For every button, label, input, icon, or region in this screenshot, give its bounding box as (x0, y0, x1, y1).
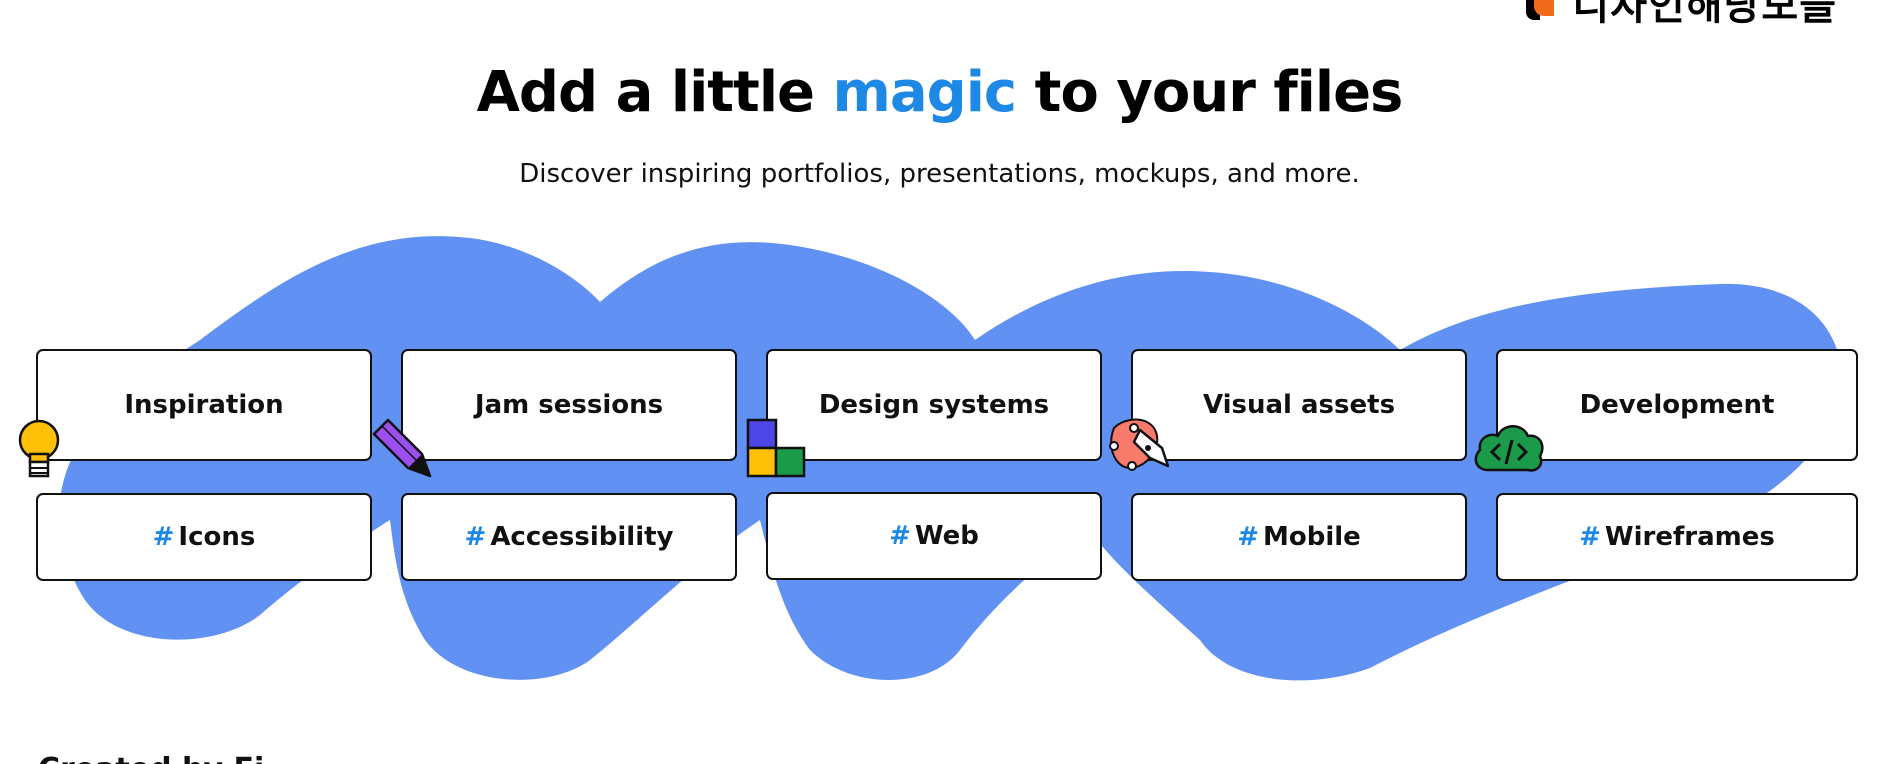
code-cloud-icon (1474, 425, 1544, 472)
tag-icons[interactable]: # Icons (36, 493, 372, 581)
category-label: Development (1579, 390, 1775, 420)
blocks-icon (746, 418, 806, 478)
hash-icon: # (1579, 522, 1601, 552)
category-visual-assets[interactable]: Visual assets (1131, 349, 1467, 461)
tag-label: Web (914, 521, 979, 551)
pencil-icon (372, 418, 432, 478)
hash-icon: # (152, 522, 175, 552)
hash-icon: # (889, 521, 911, 551)
tag-label: Wireframes (1604, 522, 1775, 552)
hash-icon: # (464, 522, 487, 552)
tag-accessibility[interactable]: # Accessibility (401, 493, 737, 581)
tag-web[interactable]: # Web (766, 492, 1102, 580)
category-design-systems[interactable]: Design systems (766, 349, 1102, 461)
hash-icon: # (1237, 522, 1259, 552)
pen-tool-icon (1109, 418, 1170, 471)
category-label: Visual assets (1202, 390, 1396, 420)
category-label: Inspiration (124, 390, 284, 420)
category-jam-sessions[interactable]: Jam sessions (401, 349, 737, 461)
lightbulb-icon (18, 419, 60, 478)
tag-label: Icons (178, 522, 256, 552)
section-heading-peek: Created by Fi... (38, 752, 298, 764)
page: 디자인해당모을 Add a little magic to your files… (0, 0, 1879, 764)
tag-wireframes[interactable]: # Wireframes (1496, 493, 1858, 581)
tag-label: Mobile (1262, 522, 1361, 552)
category-label: Design systems (818, 390, 1050, 420)
category-label: Jam sessions (474, 390, 664, 420)
tag-mobile[interactable]: # Mobile (1131, 493, 1467, 581)
category-inspiration[interactable]: Inspiration (36, 349, 372, 461)
category-development[interactable]: Development (1496, 349, 1858, 461)
tag-label: Accessibility (490, 522, 674, 552)
